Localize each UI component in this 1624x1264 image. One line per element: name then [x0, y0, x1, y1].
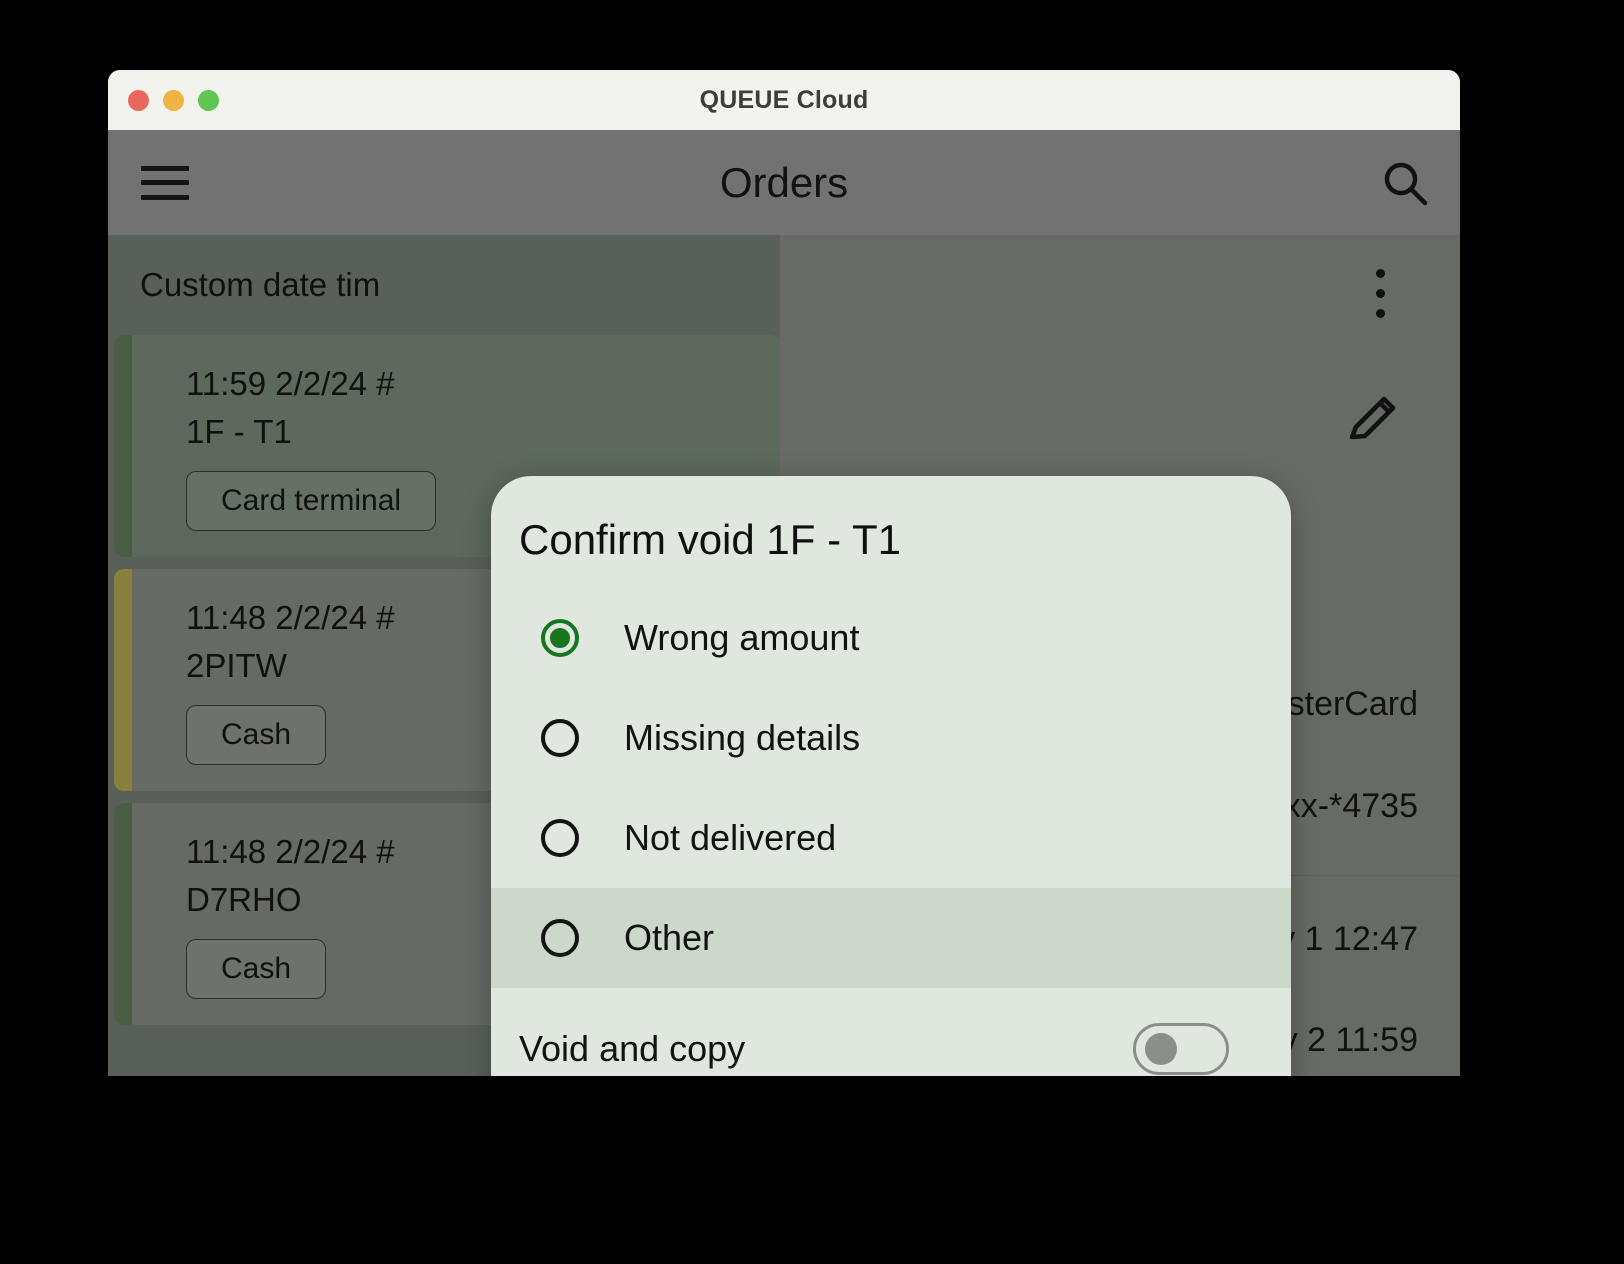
radio-option-label: Missing details	[624, 717, 861, 758]
radio-button-icon	[541, 719, 579, 757]
radio-option-label: Wrong amount	[624, 617, 860, 658]
radio-option-label: Other	[624, 917, 715, 958]
search-icon[interactable]	[1380, 158, 1430, 208]
void-and-copy-toggle[interactable]	[1133, 1023, 1229, 1075]
dialog-title: Confirm void 1F - T1	[519, 516, 901, 563]
window-titlebar: QUEUE Cloud	[108, 70, 1460, 130]
app-window: QUEUE Cloud Orders Custom date tim 11:59…	[108, 70, 1460, 1076]
radio-button-icon	[541, 919, 579, 957]
radio-button-icon	[541, 619, 579, 657]
window-title: QUEUE Cloud	[699, 85, 869, 114]
content-area: Custom date tim 11:59 2/2/24 # 1F - T1 C…	[108, 235, 1460, 1076]
void-reason-radio-group: Wrong amount Missing details Not deliver…	[491, 588, 1291, 988]
app-bar: Orders	[108, 130, 1460, 235]
radio-option-missing-details[interactable]: Missing details	[491, 688, 1291, 788]
void-and-copy-row: Void and copy	[491, 994, 1291, 1076]
void-confirm-dialog: Confirm void 1F - T1 Wrong amount Missin…	[491, 476, 1291, 1076]
page-title: Orders	[719, 158, 849, 206]
void-and-copy-label: Void and copy	[519, 1028, 746, 1069]
radio-option-other[interactable]: Other	[491, 888, 1291, 988]
radio-button-icon	[541, 819, 579, 857]
radio-option-label: Not delivered	[624, 817, 837, 858]
radio-option-wrong-amount[interactable]: Wrong amount	[491, 588, 1291, 688]
radio-option-not-delivered[interactable]: Not delivered	[491, 788, 1291, 888]
